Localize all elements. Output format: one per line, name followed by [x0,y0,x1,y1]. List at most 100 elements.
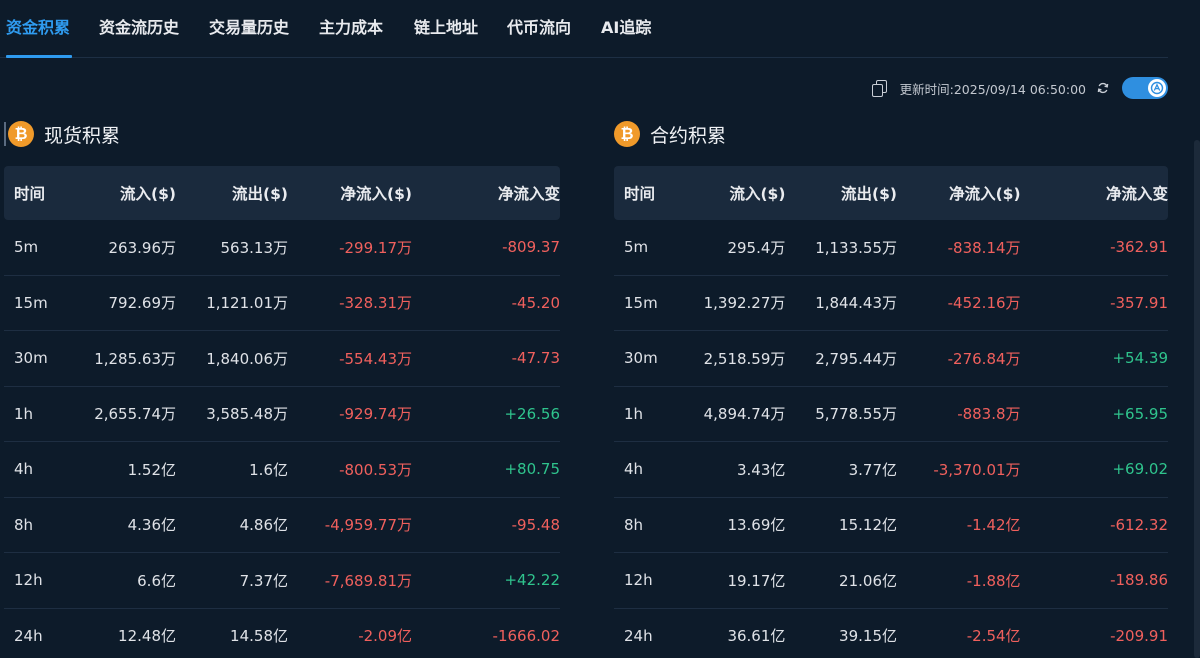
row-net-change: -612.32 [1110,515,1168,534]
row-net-change: -95.48 [511,515,560,534]
row-inflow: 4.36亿 [127,516,176,535]
table-row: 24h 36.61亿 39.15亿 -2.54亿 -209.91 [614,609,1168,658]
tab-token-flow[interactable]: 代币流向 [507,14,571,38]
tab-onchain-address[interactable]: 链上地址 [414,14,478,38]
row-time: 30m [14,349,48,368]
table-row: 5m 263.96万 563.13万 -299.17万 -809.37 [4,220,560,276]
header-inflow[interactable]: 流入($) [76,182,176,204]
row-net-inflow: -3,370.01万 [933,460,1021,479]
auto-refresh-toggle[interactable] [1122,77,1168,99]
table-row: 15m 792.69万 1,121.01万 -328.31万 -45.20 [4,276,560,331]
row-outflow: 3,585.48万 [206,405,288,424]
row-time: 4h [624,460,644,479]
row-time: 15m [624,293,658,312]
header-time[interactable]: 时间 [4,182,76,204]
row-net-change: +42.22 [504,571,560,590]
tab-fund-flow-history[interactable]: 资金流历史 [99,14,179,38]
row-outflow: 14.58亿 [230,627,288,646]
table-header: 时间 流入($) 流出($) 净流入($) 净流入变 [614,166,1168,220]
row-outflow: 5,778.55万 [815,405,897,424]
spot-section-title: 现货积累 [44,124,121,147]
row-time: 1h [624,404,644,423]
table-row: 1h 2,655.74万 3,585.48万 -929.74万 +26.56 [4,387,560,442]
row-time: 8h [624,515,644,534]
row-net-change: +26.56 [504,404,560,423]
row-inflow: 1,392.27万 [703,294,786,313]
header-inflow[interactable]: 流入($) [686,182,785,204]
tab-bar: 资金积累 资金流历史 交易量历史 主力成本 链上地址 代币流向 AI追踪 [0,0,1168,58]
table-row: 12h 19.17亿 21.06亿 -1.88亿 -189.86 [614,553,1168,609]
row-outflow: 1,133.55万 [815,238,897,257]
spot-table-body: 5m 263.96万 563.13万 -299.17万 -809.37 15m 792.69… [4,220,560,658]
row-net-inflow: -929.74万 [339,405,412,424]
row-net-inflow: -554.43万 [339,349,412,368]
row-inflow: 263.96万 [108,238,177,257]
row-time: 1h [14,404,34,423]
row-inflow: 13.69亿 [727,516,786,535]
row-net-inflow: -452.16万 [947,294,1021,313]
row-net-inflow: -1.42亿 [966,516,1021,535]
header-net-change[interactable]: 净流入变 [412,182,560,204]
header-time[interactable]: 时间 [614,182,686,204]
table-row: 30m 2,518.59万 2,795.44万 -276.84万 +54.39 [614,331,1168,387]
row-net-change: +65.95 [1112,404,1168,423]
row-time: 8h [14,515,34,534]
row-net-change: +80.75 [504,460,560,479]
page-scrollbar[interactable] [1194,140,1200,658]
table-row: 30m 1,285.63万 1,840.06万 -554.43万 -47.73 [4,331,560,387]
header-net-change[interactable]: 净流入变 [1021,182,1168,204]
toggle-knob-icon [1148,79,1166,97]
row-net-change: -357.91 [1110,293,1168,312]
tab-main-cost[interactable]: 主力成本 [319,14,383,38]
row-inflow: 19.17亿 [727,571,786,590]
active-tab-indicator [6,55,72,58]
table-header: 时间 流入($) 流出($) 净流入($) 净流入变 [4,166,560,220]
row-time: 30m [624,349,658,368]
row-outflow: 15.12亿 [839,516,897,535]
spot-section-header: ₿ 现货积累 [4,118,120,150]
row-outflow: 563.13万 [220,238,289,257]
header-net-inflow[interactable]: 净流入($) [288,182,412,204]
header-outflow[interactable]: 流出($) [176,182,288,204]
row-outflow: 39.15亿 [839,627,897,646]
table-row: 12h 6.6亿 7.37亿 -7,689.81万 +42.22 [4,553,560,609]
row-net-change: -209.91 [1110,626,1168,645]
row-time: 24h [624,626,653,645]
row-inflow: 295.4万 [727,238,786,257]
row-net-change: +69.02 [1112,460,1168,479]
futures-table-body: 5m 295.4万 1,133.55万 -838.14万 -362.91 15m 1,392… [614,220,1168,658]
row-inflow: 4,894.74万 [703,405,786,424]
tab-volume-history[interactable]: 交易量历史 [209,14,289,38]
copy-icon[interactable] [870,78,890,98]
header-net-inflow[interactable]: 净流入($) [897,182,1020,204]
row-outflow: 1,844.43万 [815,294,897,313]
row-time: 15m [14,293,48,312]
row-net-inflow: -328.31万 [339,294,412,313]
row-net-inflow: -2.54亿 [966,627,1021,646]
header-outflow[interactable]: 流出($) [785,182,897,204]
row-net-change: -47.73 [511,349,560,368]
row-net-inflow: -276.84万 [947,349,1021,368]
row-net-change: -809.37 [502,238,560,257]
row-inflow: 1.52亿 [127,460,176,479]
row-outflow: 1.6亿 [249,460,288,479]
tab-fund-accumulation[interactable]: 资金积累 [6,14,70,38]
row-inflow: 2,518.59万 [703,349,786,368]
table-row: 8h 4.36亿 4.86亿 -4,959.77万 -95.48 [4,498,560,553]
tab-ai-tracking[interactable]: AI追踪 [601,14,651,38]
row-inflow: 6.6亿 [137,571,176,590]
futures-section-title: 合约积累 [650,124,727,147]
refresh-icon[interactable] [1094,79,1112,97]
row-net-inflow: -2.09亿 [358,627,412,646]
row-outflow: 3.77亿 [848,460,897,479]
table-row: 5m 295.4万 1,133.55万 -838.14万 -362.91 [614,220,1168,276]
row-net-change: -45.20 [511,293,560,312]
update-time: 更新时间:2025/09/14 06:50:00 [899,81,1086,97]
title-accent-bar [4,122,6,146]
row-outflow: 1,121.01万 [206,294,288,313]
table-row: 24h 12.48亿 14.58亿 -2.09亿 -1666.02 [4,609,560,658]
row-inflow: 12.48亿 [118,627,176,646]
table-row: 8h 13.69亿 15.12亿 -1.42亿 -612.32 [614,498,1168,553]
row-outflow: 7.37亿 [239,571,288,590]
row-net-inflow: -1.88亿 [966,571,1021,590]
